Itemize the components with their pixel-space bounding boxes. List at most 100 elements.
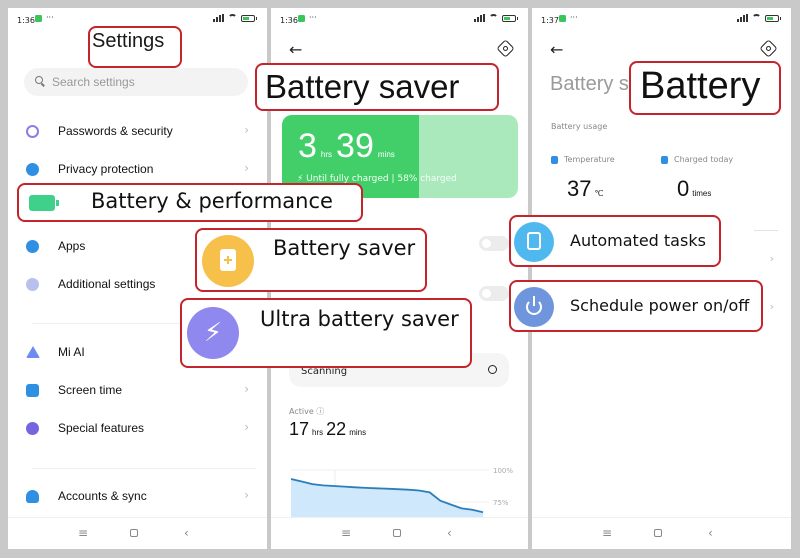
signal-icon [737, 14, 748, 22]
automated-tasks-option[interactable]: Automated tasks [509, 215, 721, 267]
back-button[interactable]: ‹ [184, 526, 189, 540]
temperature-value: 37 ℃ [567, 176, 603, 202]
temperature-number: 37 [567, 176, 592, 201]
status-bar: 1:36 ··· [271, 8, 528, 30]
charged-today-value: 0 times [677, 176, 711, 202]
settings-item-privacy-protection[interactable]: Privacy protection › [8, 155, 267, 185]
status-bar: 1:37 ··· [532, 8, 791, 30]
item-label: Passwords & security [58, 124, 173, 138]
battery-saver-option[interactable]: Battery saver [195, 228, 427, 292]
home-button[interactable] [130, 529, 138, 537]
settings-gear-icon[interactable] [759, 39, 778, 58]
recent-apps-button[interactable]: ≡ [602, 526, 612, 540]
y-tick-label-100: 100% [493, 467, 513, 475]
temperature-label: Temperature [551, 155, 615, 164]
signal-icon [213, 14, 224, 22]
search-placeholder: Search settings [52, 75, 135, 89]
item-label: Accounts & sync [58, 489, 147, 503]
status-time: 1:36 [17, 16, 35, 25]
battery-status-icon [502, 14, 518, 22]
navigation-bar: ≡ ‹ [532, 517, 791, 549]
ultra-battery-saver-toggle[interactable] [479, 286, 509, 301]
active-hours: 17 [289, 419, 310, 439]
active-time: 17 hrs 22 mins [289, 419, 366, 440]
scan-spinner-icon [488, 365, 497, 374]
ultra-battery-saver-option[interactable]: ⚡ Ultra battery saver [180, 298, 472, 368]
battery-plus-icon [202, 235, 254, 287]
charged-today-label: Charged today [661, 155, 733, 164]
charger-icon [661, 155, 668, 164]
gear-icon [26, 240, 39, 253]
schedule-power-label: Schedule power on/off [570, 296, 750, 315]
recent-apps-button[interactable]: ≡ [78, 526, 88, 540]
schedule-power-option[interactable]: Schedule power on/off [509, 280, 763, 332]
status-time: 1:37 [541, 16, 559, 25]
temperature-label-text: Temperature [564, 155, 615, 164]
back-button[interactable]: ‹ [708, 526, 713, 540]
chevron-right-icon: › [244, 161, 249, 175]
recent-apps-button[interactable]: ≡ [341, 526, 351, 540]
battery-status-icon [241, 14, 257, 22]
battery-icon-tip [56, 200, 59, 206]
home-button[interactable] [393, 529, 401, 537]
battery-saver-title: Battery saver [265, 68, 460, 105]
chevron-right-icon: › [769, 300, 774, 313]
battery-usage-chart: 100% 75% [290, 467, 513, 518]
settings-item-accounts-sync[interactable]: Accounts & sync › [8, 482, 267, 512]
status-time: 1:36 [280, 16, 298, 25]
home-button[interactable] [654, 529, 662, 537]
power-icon [514, 287, 554, 327]
navigation-bar: ≡ ‹ [8, 517, 267, 549]
back-arrow-icon[interactable]: ← [289, 40, 302, 59]
minutes-unit: mins [377, 150, 395, 159]
navigation-bar: ≡ ‹ [271, 517, 528, 549]
chevron-right-icon: › [244, 488, 249, 502]
battery-saver-toggle[interactable] [479, 236, 509, 251]
search-icon [35, 76, 43, 84]
settings-item-screen-time[interactable]: Screen time › [8, 376, 267, 406]
item-label: Special features [58, 421, 145, 435]
signal-icon [474, 14, 485, 22]
battery-title-highlight: Battery [629, 61, 781, 115]
thermometer-icon [551, 155, 558, 164]
automated-tasks-label: Automated tasks [570, 231, 706, 250]
wifi-icon [752, 14, 761, 22]
wifi-icon [228, 14, 237, 22]
clipboard-check-icon [514, 222, 554, 262]
battery-status-icon [765, 14, 781, 22]
settings-gear-icon[interactable] [496, 39, 515, 58]
section-divider [32, 468, 256, 469]
back-arrow-icon[interactable]: ← [550, 40, 563, 59]
hours-unit: hrs [320, 150, 333, 159]
fingerprint-icon [26, 125, 39, 138]
chevron-right-icon: › [244, 382, 249, 396]
ultra-battery-saver-label: Ultra battery saver [260, 307, 459, 331]
back-button[interactable]: ‹ [447, 526, 452, 540]
temperature-unit: ℃ [594, 189, 604, 198]
active-minutes: 22 [326, 419, 347, 439]
battery-title: Battery [640, 65, 761, 107]
person-icon [26, 490, 39, 503]
settings-item-battery-performance[interactable]: Battery & performance [17, 183, 363, 222]
hours-value: 3 [298, 127, 317, 165]
chevron-right-icon: › [769, 252, 774, 265]
notification-icon [35, 15, 42, 22]
y-tick-label-75: 75% [493, 499, 509, 507]
battery-saver-title-highlight: Battery saver [255, 63, 499, 111]
battery-performance-label: Battery & performance [91, 189, 333, 213]
lightning-icon: ⚡ [187, 307, 239, 359]
settings-item-special-features[interactable]: Special features › [8, 414, 267, 444]
minutes-value: 39 [336, 127, 374, 165]
flask-icon [26, 422, 39, 435]
divider [754, 230, 778, 231]
charged-today-unit: times [692, 189, 712, 198]
notification-icon [298, 15, 305, 22]
search-input[interactable]: Search settings [24, 68, 248, 96]
hourglass-icon [26, 384, 39, 397]
active-hours-unit: hrs [312, 428, 324, 437]
time-to-full: 3 hrs 39 mins [298, 127, 395, 166]
settings-item-passwords-security[interactable]: Passwords & security › [8, 117, 267, 147]
collapsing-title: Battery s [550, 73, 629, 95]
item-label: Apps [58, 239, 86, 253]
battery-icon [29, 195, 55, 211]
